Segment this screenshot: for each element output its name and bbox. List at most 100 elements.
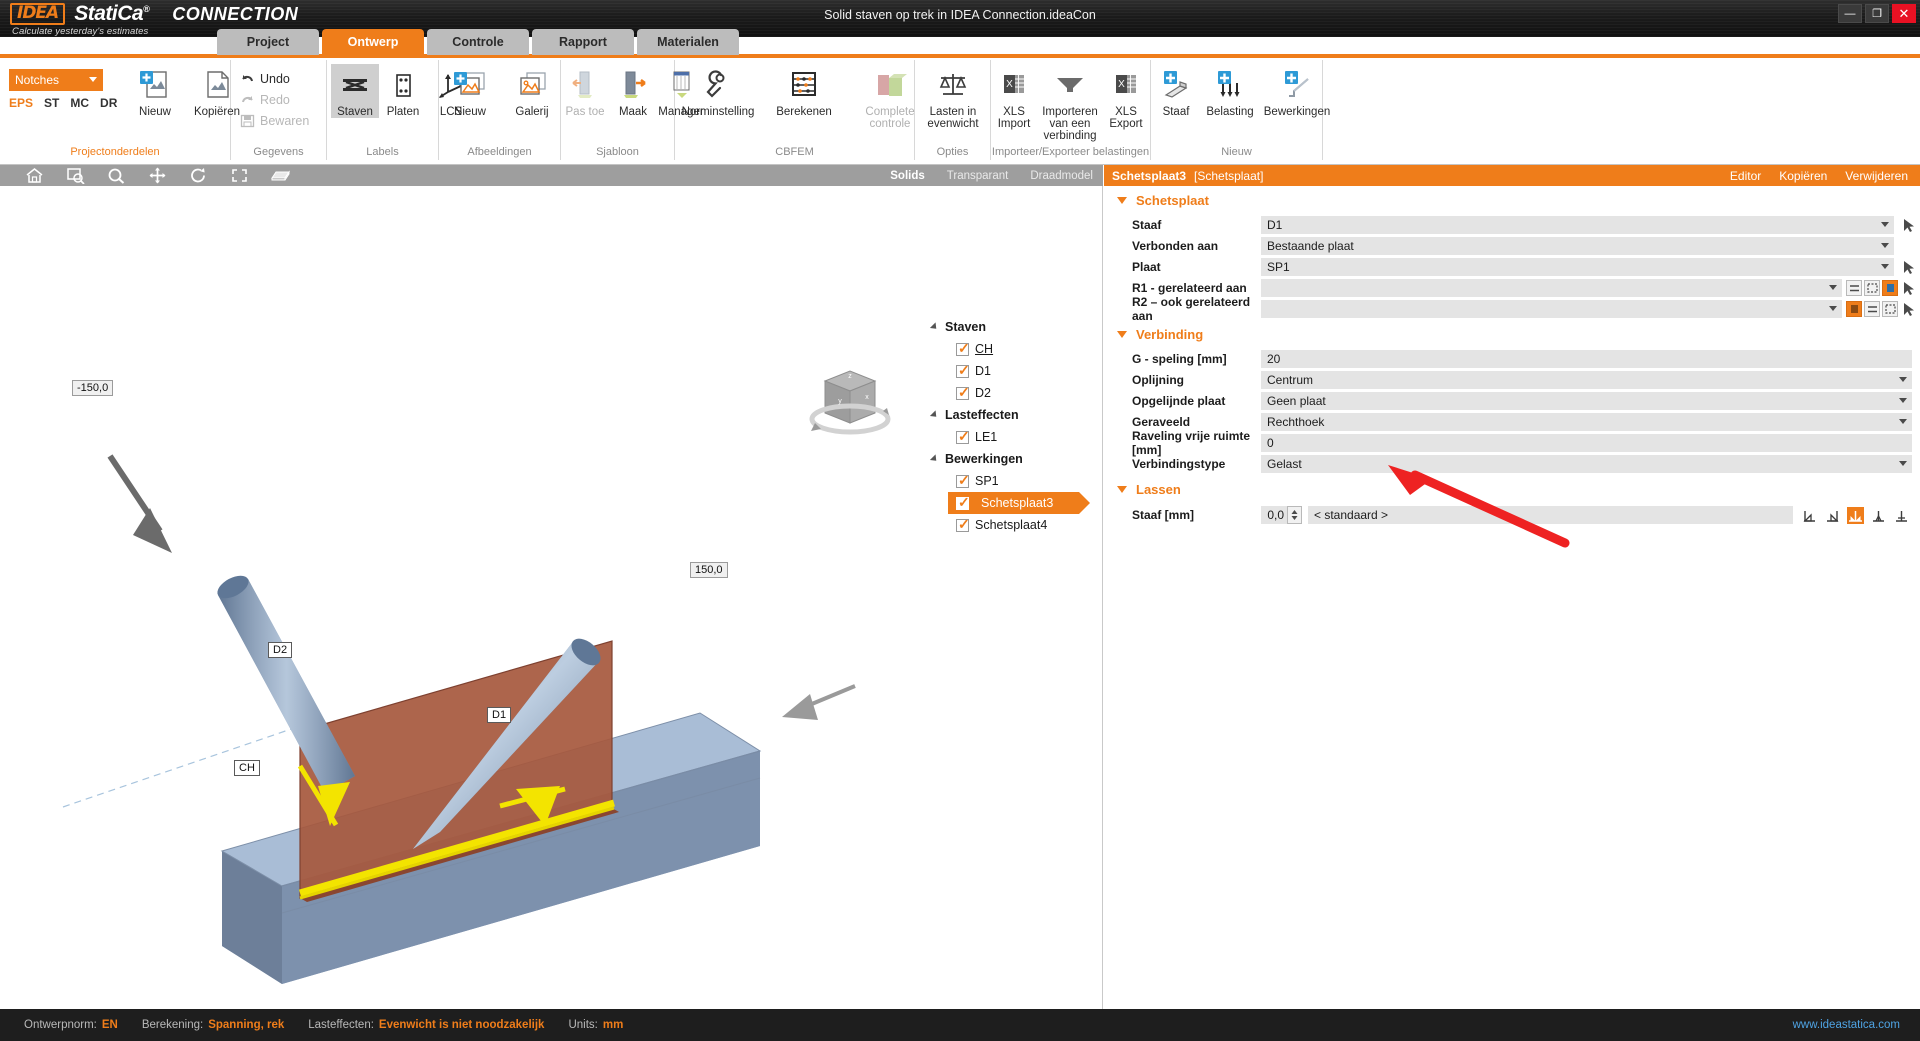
field-staaf[interactable]: D1	[1261, 216, 1894, 234]
weld-size-stepper[interactable]	[1287, 506, 1302, 524]
pick-staaf-button[interactable]	[1900, 217, 1917, 234]
xls-import-button[interactable]: X XLS Import	[991, 64, 1037, 130]
calculate-button[interactable]: Berekenen	[761, 64, 847, 118]
r2-align-button[interactable]	[1864, 301, 1880, 317]
tab-rapport[interactable]: Rapport	[532, 29, 634, 55]
pick-r2-button[interactable]	[1900, 301, 1917, 318]
labels-plates-button[interactable]: Platen	[379, 64, 427, 118]
weld-bevel-icon[interactable]	[1870, 507, 1887, 524]
tree-item-d1[interactable]: D1	[930, 360, 1095, 382]
add-operation-button[interactable]: Bewerkingen	[1259, 64, 1335, 118]
model-viewport[interactable]: z y x -150,0 150,0 D2 D1 CH Staven CH D1	[0, 186, 1103, 1009]
checkbox-icon[interactable]	[956, 519, 969, 532]
zoom-fit-icon[interactable]	[219, 165, 260, 186]
delete-button[interactable]: Verwijderen	[1845, 169, 1908, 183]
status-berekening: Berekening: Spanning, rek	[142, 1019, 284, 1031]
mode-draadmodel[interactable]: Draadmodel	[1030, 170, 1093, 182]
weld-fillet-left-icon[interactable]	[1801, 507, 1818, 524]
status-website-link[interactable]: www.ideastatica.com	[1793, 1019, 1900, 1031]
checkbox-icon[interactable]	[956, 387, 969, 400]
section-lassen[interactable]: Lassen	[1104, 475, 1920, 504]
mode-transparant[interactable]: Transparant	[947, 170, 1009, 182]
field-g-speling[interactable]: 20	[1261, 350, 1912, 368]
loads-in-equilibrium-button[interactable]: Lasten in evenwicht	[919, 64, 987, 130]
maximize-button[interactable]: ❐	[1865, 4, 1889, 23]
section-schetsplaat[interactable]: Schetsplaat	[1104, 186, 1920, 215]
checkbox-icon[interactable]	[956, 475, 969, 488]
redo-button[interactable]: Redo	[240, 93, 309, 107]
field-geraveeld[interactable]: Rechthoek	[1261, 413, 1912, 431]
field-verbindingstype[interactable]: Gelast	[1261, 455, 1912, 473]
mode-solids[interactable]: Solids	[890, 170, 925, 182]
copy-button[interactable]: Kopiëren	[1779, 169, 1827, 183]
toggle-st[interactable]: ST	[44, 96, 59, 110]
new-project-item-button[interactable]: Nieuw	[124, 64, 186, 118]
checkbox-icon[interactable]	[956, 497, 969, 510]
zoom-window-icon[interactable]	[55, 165, 96, 186]
undo-button[interactable]: Undo	[240, 72, 309, 86]
add-load-button[interactable]: Belasting	[1201, 64, 1259, 118]
field-opgelijnde-plaat[interactable]: Geen plaat	[1261, 392, 1912, 410]
r2-highlight-button[interactable]	[1846, 301, 1862, 317]
tree-item-schetsplaat4[interactable]: Schetsplaat4	[930, 514, 1095, 536]
tab-materialen[interactable]: Materialen	[637, 29, 739, 55]
tree-item-sp1[interactable]: SP1	[930, 470, 1095, 492]
render-box-icon[interactable]	[260, 165, 301, 186]
zoom-icon[interactable]	[96, 165, 137, 186]
import-connection-button[interactable]: Importeren van een verbinding	[1037, 64, 1103, 142]
field-raveling-vrije-ruimte[interactable]: 0	[1261, 434, 1912, 452]
gallery-button[interactable]: Galerij	[501, 64, 563, 118]
tab-ontwerp[interactable]: Ontwerp	[322, 29, 424, 55]
weld-fillet-right-icon[interactable]	[1824, 507, 1841, 524]
toggle-mc[interactable]: MC	[70, 96, 89, 110]
checkbox-icon[interactable]	[956, 431, 969, 444]
xls-export-button[interactable]: X XLS Export	[1103, 64, 1149, 130]
pan-icon[interactable]	[137, 165, 178, 186]
xls-import-icon: X	[999, 66, 1029, 104]
tree-item-d2[interactable]: D2	[930, 382, 1095, 404]
field-r2-ook-gerelateerd-aan[interactable]	[1261, 300, 1842, 318]
weld-double-fillet-icon[interactable]	[1847, 507, 1864, 524]
tree-group-lasteffecten[interactable]: Lasteffecten	[930, 404, 1095, 426]
tree-item-le1[interactable]: LE1	[930, 426, 1095, 448]
r1-align-button[interactable]	[1846, 280, 1862, 296]
tree-group-staven[interactable]: Staven	[930, 316, 1095, 338]
view-orientation-cube[interactable]: z y x	[795, 361, 895, 436]
editor-button[interactable]: Editor	[1730, 169, 1761, 183]
labels-members-button[interactable]: Staven	[331, 64, 379, 118]
create-template-button[interactable]: Maak	[609, 64, 657, 118]
r1-offset-button[interactable]	[1864, 280, 1880, 296]
field-plaat[interactable]: SP1	[1261, 258, 1894, 276]
tree-item-schetsplaat4-label: Schetsplaat4	[975, 518, 1047, 532]
checkbox-icon[interactable]	[956, 343, 969, 356]
section-verbinding[interactable]: Verbinding	[1104, 320, 1920, 349]
tree-group-bewerkingen[interactable]: Bewerkingen	[930, 448, 1095, 470]
tab-controle[interactable]: Controle	[427, 29, 529, 55]
pick-r1-button[interactable]	[1900, 280, 1917, 297]
tab-project[interactable]: Project	[217, 29, 319, 55]
r1-highlight-button[interactable]	[1882, 280, 1898, 296]
toggle-dr[interactable]: DR	[100, 96, 117, 110]
pick-plaat-button[interactable]	[1900, 259, 1917, 276]
rotate-icon[interactable]	[178, 165, 219, 186]
field-r1-gerelateerd-aan[interactable]	[1261, 279, 1842, 297]
home-view-icon[interactable]	[14, 165, 55, 186]
checkbox-icon[interactable]	[956, 365, 969, 378]
tree-item-schetsplaat3[interactable]: Schetsplaat3	[948, 492, 1079, 514]
field-oplijning[interactable]: Centrum	[1261, 371, 1912, 389]
apply-template-button[interactable]: Pas toe	[561, 64, 609, 118]
r2-offset-button[interactable]	[1882, 301, 1898, 317]
new-image-button[interactable]: Nieuw	[439, 64, 501, 118]
toggle-eps[interactable]: EPS	[9, 96, 33, 110]
field-verbonden-aan[interactable]: Bestaande plaat	[1261, 237, 1894, 255]
close-button[interactable]: ✕	[1892, 4, 1916, 23]
add-member-button[interactable]: Staaf	[1151, 64, 1201, 118]
field-weld-type[interactable]: < standaard >	[1308, 506, 1793, 524]
field-weld-size[interactable]: 0,0	[1261, 506, 1287, 524]
tree-item-ch[interactable]: CH	[930, 338, 1095, 360]
minimize-button[interactable]: —	[1838, 4, 1862, 23]
notches-combo[interactable]: Notches	[9, 69, 103, 91]
weld-butt-icon[interactable]	[1893, 507, 1910, 524]
code-setup-button[interactable]: Norminstelling	[675, 64, 761, 118]
save-button[interactable]: Bewaren	[240, 114, 309, 128]
